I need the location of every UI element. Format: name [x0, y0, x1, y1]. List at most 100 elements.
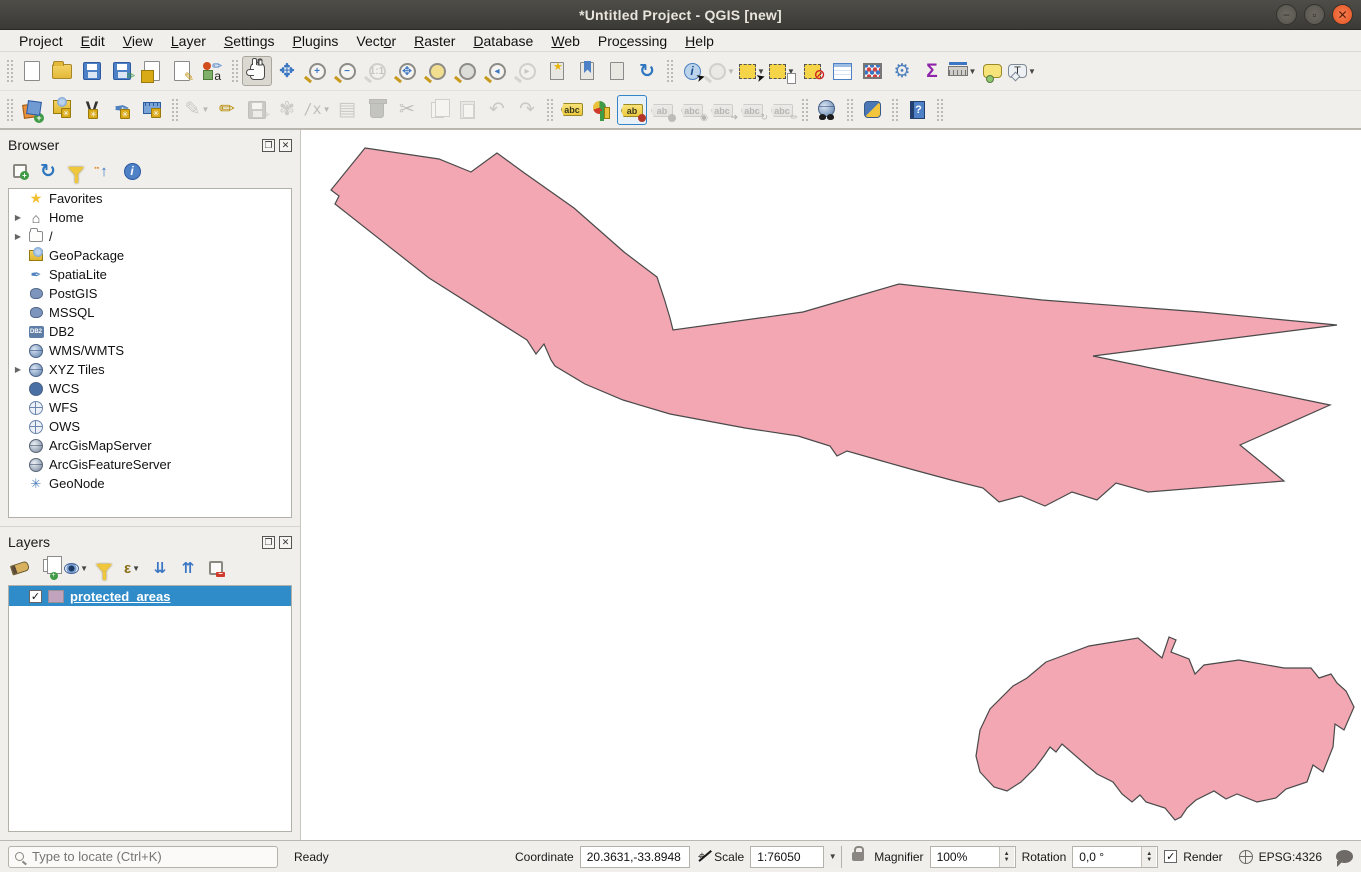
vertex-tool-button[interactable]: /x▼ [302, 95, 332, 125]
magnifier-spin-buttons[interactable]: ▲▼ [999, 847, 1014, 867]
browser-item-db2[interactable]: DB2DB2 [9, 322, 291, 341]
menu-edit[interactable]: Edit [72, 32, 114, 50]
expand-arrow-icon[interactable]: ▶ [13, 365, 23, 374]
browser-float-button[interactable]: ❐ [262, 139, 275, 152]
pin-labels-button[interactable]: ab [617, 95, 647, 125]
add-selected-layers-button[interactable]: + [8, 160, 32, 182]
deselect-features-button[interactable]: ⊘ [797, 56, 827, 86]
expand-all-button[interactable]: ⇊ [148, 557, 172, 579]
browser-item-spatialite[interactable]: ✒SpatiaLite [9, 265, 291, 284]
dropdown-arrow-icon[interactable]: ▼ [323, 105, 331, 114]
menu-view[interactable]: View [114, 32, 162, 50]
current-edits-button[interactable]: ✎▼ [182, 95, 212, 125]
expand-arrow-icon[interactable]: ▶ [13, 213, 23, 222]
save-project-as-button[interactable]: ✏ [107, 56, 137, 86]
zoom-full-button[interactable]: ✥ [392, 56, 422, 86]
menu-database[interactable]: Database [464, 32, 542, 50]
copy-features-button[interactable] [422, 95, 452, 125]
rotation-spinbox[interactable]: 0,0 ° ▲▼ [1072, 846, 1158, 868]
protected-area-polygon-1[interactable] [331, 148, 1337, 506]
protected-area-polygon-2[interactable] [976, 637, 1354, 820]
add-group-button[interactable]: + [36, 557, 60, 579]
dropdown-arrow-icon[interactable]: ▼ [727, 67, 735, 76]
menu-settings[interactable]: Settings [215, 32, 284, 50]
zoom-native-button[interactable]: 1:1 [362, 56, 392, 86]
open-data-source-manager-button[interactable]: + [17, 95, 47, 125]
enable-properties-widget-button[interactable]: i [120, 160, 144, 182]
menu-vector[interactable]: Vector [347, 32, 405, 50]
toggle-editing-button[interactable]: ✏ [212, 95, 242, 125]
layer-labeling-button[interactable]: abc [557, 95, 587, 125]
show-layout-manager-button[interactable]: ✎ [167, 56, 197, 86]
browser-item-wcs[interactable]: WCS [9, 379, 291, 398]
measure-line-button[interactable]: ▼ [947, 56, 977, 86]
filter-browser-button[interactable] [64, 160, 88, 182]
scale-combo[interactable]: 1:76050 ▼ [750, 846, 842, 868]
browser-item-xyz-tiles[interactable]: ▶XYZ Tiles [9, 360, 291, 379]
open-layer-styling-button[interactable] [8, 557, 32, 579]
identify-features-button[interactable]: i➤ [677, 56, 707, 86]
style-manager-button[interactable]: ✏a [197, 56, 227, 86]
browser-item-wms-wmts[interactable]: WMS/WMTS [9, 341, 291, 360]
text-annotation-button[interactable]: T▼ [1007, 56, 1037, 86]
zoom-to-layer-button[interactable] [452, 56, 482, 86]
modify-attributes-button[interactable]: ▤ [332, 95, 362, 125]
zoom-in-button[interactable]: + [302, 56, 332, 86]
crs-globe-icon[interactable] [1239, 850, 1253, 864]
delete-selected-button[interactable] [362, 95, 392, 125]
browser-item-favorites[interactable]: ★Favorites [9, 189, 291, 208]
browser-item-postgis[interactable]: PostGIS [9, 284, 291, 303]
save-layer-edits-button[interactable]: ✏ [242, 95, 272, 125]
menu-raster[interactable]: Raster [405, 32, 464, 50]
collapse-all-button[interactable]: ▪▪↑ [92, 160, 116, 182]
paste-features-button[interactable] [452, 95, 482, 125]
open-field-calculator-button[interactable] [857, 56, 887, 86]
rotation-spin-buttons[interactable]: ▲▼ [1141, 847, 1156, 867]
python-console-button[interactable] [857, 95, 887, 125]
collapse-all-layers-button[interactable]: ⇈ [176, 557, 200, 579]
show-hide-labels-button[interactable]: abc◉ [677, 95, 707, 125]
move-label-button[interactable]: abc➜ [707, 95, 737, 125]
metasearch-button[interactable] [812, 95, 842, 125]
show-spatial-bookmarks-button[interactable] [572, 56, 602, 86]
cut-features-button[interactable]: ✂ [392, 95, 422, 125]
layers-close-button[interactable]: ✕ [279, 536, 292, 549]
processing-toolbox-button[interactable]: ⚙ [887, 56, 917, 86]
browser-item-ows[interactable]: OWS [9, 417, 291, 436]
new-virtual-layer-button[interactable]: ✳ [137, 95, 167, 125]
minimize-button[interactable]: − [1276, 4, 1297, 25]
pan-to-selection-button[interactable]: ✥ [272, 56, 302, 86]
open-project-button[interactable] [47, 56, 77, 86]
render-checkbox[interactable]: ✓ [1164, 850, 1177, 863]
refresh-browser-button[interactable]: ↻ [36, 160, 60, 182]
statistical-summary-button[interactable]: Σ [917, 56, 947, 86]
filter-by-expression-button[interactable]: ε▼ [120, 557, 144, 579]
new-spatial-bookmark-button[interactable]: ★ [542, 56, 572, 86]
remove-layer-button[interactable]: − [204, 557, 228, 579]
zoom-next-button[interactable]: ▸ [512, 56, 542, 86]
new-shapefile-layer-button[interactable]: V✳ [77, 95, 107, 125]
browser-item-arcgismapserver[interactable]: ArcGisMapServer [9, 436, 291, 455]
change-label-button[interactable]: abc✏ [767, 95, 797, 125]
save-project-button[interactable] [77, 56, 107, 86]
rotate-label-button[interactable]: abc↻ [737, 95, 767, 125]
zoom-out-button[interactable]: − [332, 56, 362, 86]
open-attribute-table-button[interactable] [827, 56, 857, 86]
menu-layer[interactable]: Layer [162, 32, 215, 50]
menu-help[interactable]: Help [676, 32, 723, 50]
browser-item-geonode[interactable]: ✳GeoNode [9, 474, 291, 493]
undo-button[interactable]: ↶ [482, 95, 512, 125]
filter-legend-button[interactable] [92, 557, 116, 579]
messages-icon[interactable] [1336, 850, 1353, 863]
select-features-by-value-button[interactable]: ▼ [767, 56, 797, 86]
lock-scale-icon[interactable] [852, 852, 864, 861]
run-feature-action-button[interactable]: ▼ [707, 56, 737, 86]
dropdown-arrow-icon[interactable]: ▼ [969, 67, 977, 76]
select-features-button[interactable]: ➤▼ [737, 56, 767, 86]
browser-close-button[interactable]: ✕ [279, 139, 292, 152]
layer-visibility-checkbox[interactable]: ✓ [29, 590, 42, 603]
help-contents-button[interactable]: ? [902, 95, 932, 125]
browser-item-home[interactable]: ▶⌂Home [9, 208, 291, 227]
crs-status[interactable]: EPSG:4326 [1259, 850, 1322, 864]
refresh-map-button[interactable]: ↻ [632, 56, 662, 86]
